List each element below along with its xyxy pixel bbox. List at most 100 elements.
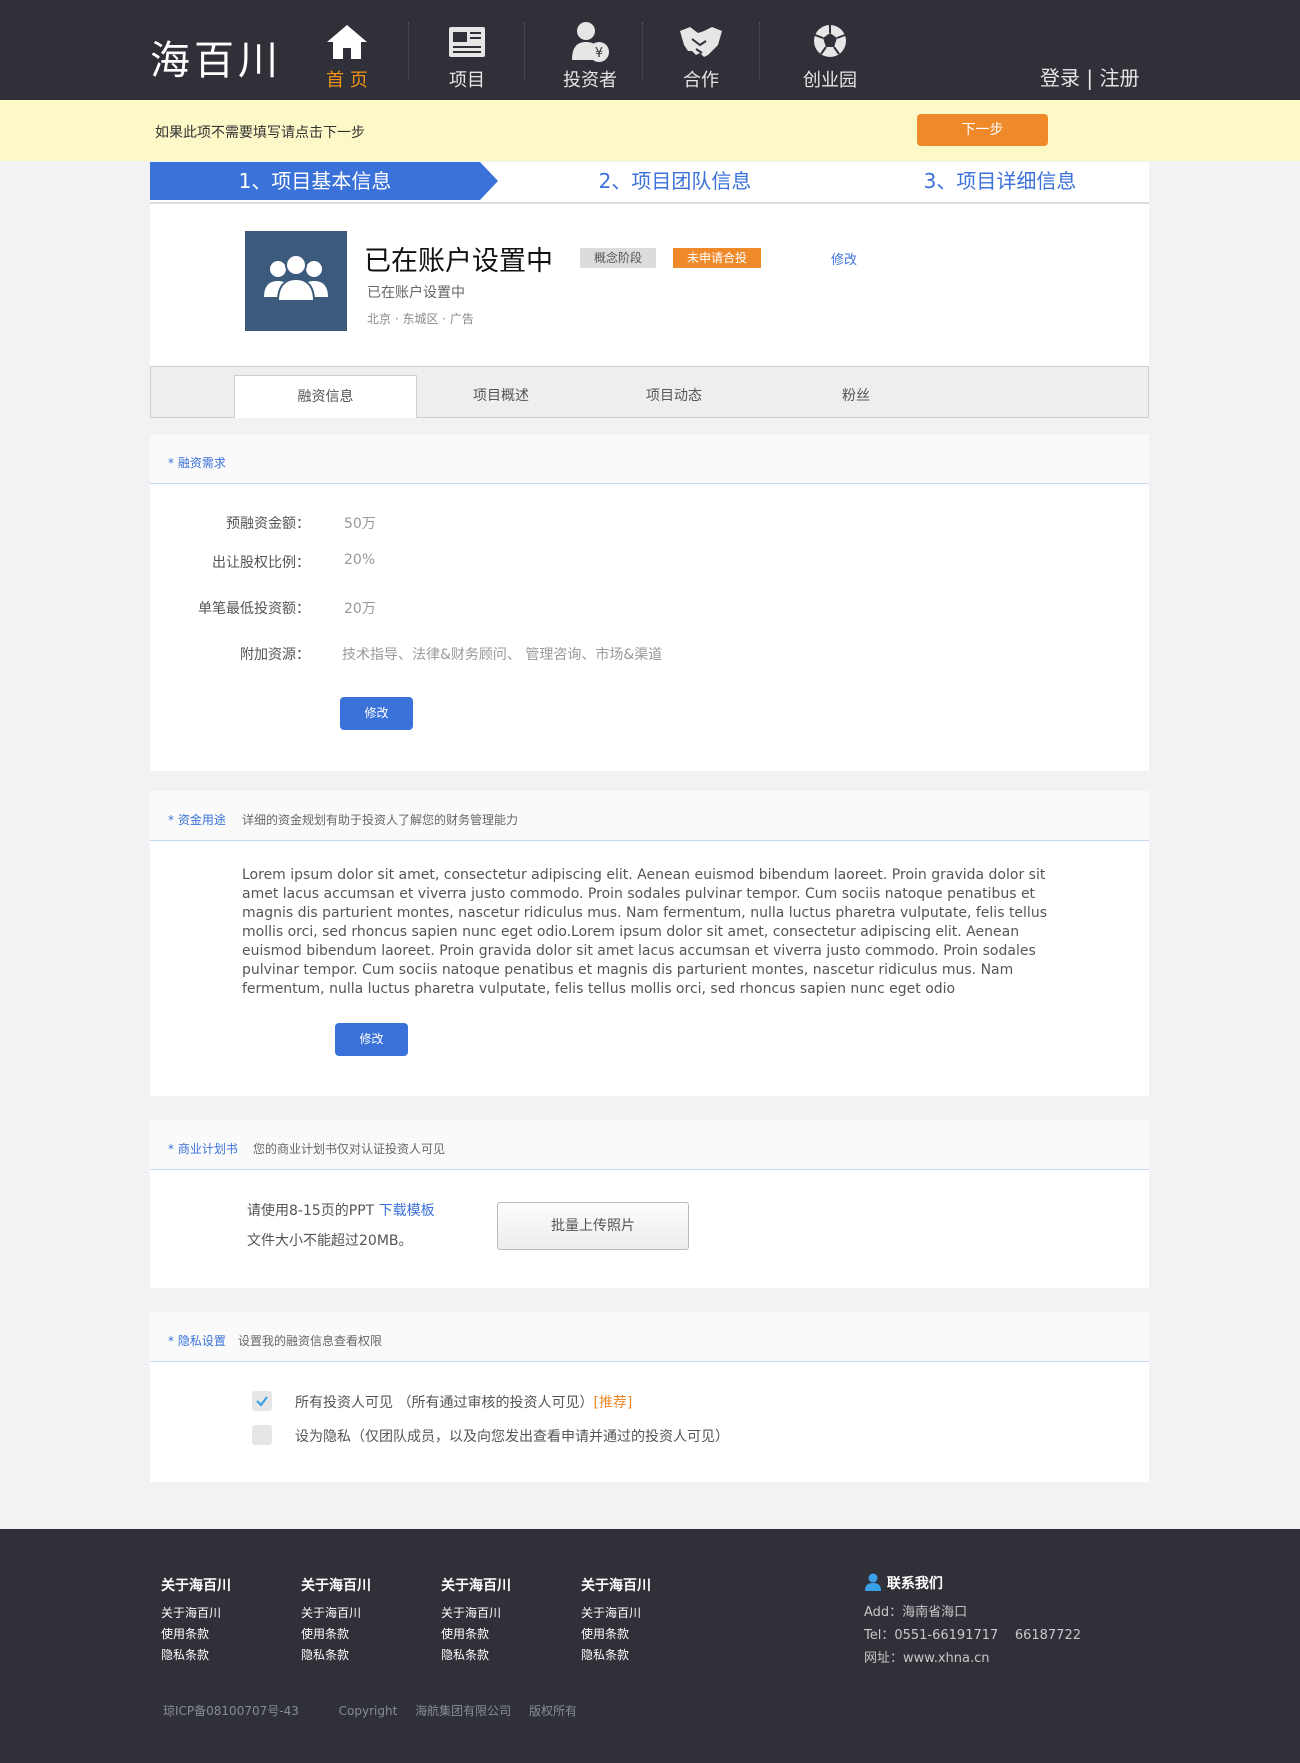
copyright-label: Copyright bbox=[338, 1704, 398, 1718]
nav-projects-label: 项目 bbox=[449, 70, 485, 91]
nav-divider bbox=[408, 22, 409, 80]
nav-projects[interactable]: 项目 bbox=[412, 0, 522, 100]
footer-link-privacy[interactable]: 隐私条款 bbox=[581, 1645, 651, 1666]
privacy-section: * 隐私设置 设置我的融资信息查看权限 所有投资人可见 （所有通过审核的投资人可… bbox=[150, 1312, 1149, 1482]
section-header: * 融资需求 bbox=[150, 434, 1149, 484]
section-description: 设置我的融资信息查看权限 bbox=[238, 1334, 383, 1348]
next-step-button[interactable]: 下一步 bbox=[917, 114, 1048, 146]
contact-tel: Tel：0551-66191717 66187722 bbox=[864, 1628, 1081, 1643]
extra-resources-value: 技术指导、法律&财务顾问、 管理咨询、市场&渠道 bbox=[342, 647, 663, 663]
register-link[interactable]: 注册 bbox=[1099, 66, 1139, 90]
section-title: * 融资需求 bbox=[168, 456, 226, 470]
contact-website: 网址：www.xhna.cn bbox=[864, 1651, 990, 1666]
batch-upload-button[interactable]: 批量上传照片 bbox=[497, 1202, 689, 1250]
nav-home-label: 首 页 bbox=[326, 70, 368, 91]
footer-link-terms[interactable]: 使用条款 bbox=[441, 1624, 511, 1645]
footer-column-title: 关于海百川 bbox=[301, 1578, 371, 1594]
footer-link-privacy[interactable]: 隐私条款 bbox=[301, 1645, 371, 1666]
project-subtitle: 已在账户设置中 bbox=[367, 285, 465, 301]
step-3-detail-info[interactable]: 3、项目详细信息 bbox=[850, 162, 1150, 200]
step-progress: 1、项目基本信息 2、项目团队信息 3、项目详细信息 bbox=[150, 162, 1149, 204]
public-checkbox[interactable] bbox=[252, 1391, 272, 1411]
file-size-hint: 文件大小不能超过20MB。 bbox=[247, 1233, 413, 1249]
auth-separator: | bbox=[1086, 66, 1094, 90]
company-name: 海航集团有限公司 bbox=[415, 1704, 512, 1718]
section-description: 您的商业计划书仅对认证投资人可见 bbox=[253, 1142, 446, 1156]
top-header: 海百川 首 页 项目 ¥ 投资者 合作 创业园 登录 | 注册 bbox=[0, 0, 1300, 100]
public-option-label: 所有投资人可见 （所有通过审核的投资人可见） bbox=[295, 1395, 594, 1411]
footer-column: 关于海百川 关于海百川 使用条款 隐私条款 bbox=[581, 1575, 651, 1666]
nav-home[interactable]: 首 页 bbox=[292, 0, 402, 100]
footer-link-privacy[interactable]: 隐私条款 bbox=[441, 1645, 511, 1666]
checkmark-icon bbox=[256, 1396, 268, 1407]
copyright-bar: 琼ICP备08100707号-43 Copyright 海航集团有限公司 版权所… bbox=[163, 1702, 577, 1719]
nav-incubator-label: 创业园 bbox=[803, 70, 857, 91]
edit-profile-link[interactable]: 修改 bbox=[831, 249, 857, 268]
footer-link-about[interactable]: 关于海百川 bbox=[161, 1603, 231, 1624]
equity-ratio-label: 出让股权比例： bbox=[212, 555, 310, 571]
investor-icon: ¥ bbox=[535, 20, 645, 64]
footer-column: 关于海百川 关于海百川 使用条款 隐私条款 bbox=[301, 1575, 371, 1666]
private-checkbox[interactable] bbox=[252, 1425, 272, 1445]
co-invest-badge: 未申请合投 bbox=[673, 248, 762, 268]
funding-amount-value: 50万 bbox=[344, 516, 376, 532]
section-title: * 商业计划书 bbox=[168, 1142, 238, 1156]
footer-link-terms[interactable]: 使用条款 bbox=[161, 1624, 231, 1645]
fund-usage-text: Lorem ipsum dolor sit amet, consectetur … bbox=[242, 867, 1047, 997]
project-tabs: 融资信息 项目概述 项目动态 粉丝 bbox=[150, 366, 1149, 418]
nav-cooperation[interactable]: 合作 bbox=[646, 0, 756, 100]
icp-number: 琼ICP备08100707号-43 bbox=[163, 1704, 299, 1718]
tab-overview[interactable]: 项目概述 bbox=[416, 375, 586, 417]
upload-hint-text: 请使用8-15页的PPT bbox=[247, 1203, 379, 1219]
handshake-icon bbox=[646, 20, 756, 64]
recommended-tag: [推荐] bbox=[593, 1395, 633, 1411]
contact-info: 联系我们 Add：海南省海口 Tel：0551-66191717 6618772… bbox=[864, 1573, 1081, 1670]
site-footer: 关于海百川 关于海百川 使用条款 隐私条款 关于海百川 关于海百川 使用条款 隐… bbox=[0, 1529, 1300, 1763]
home-icon bbox=[292, 20, 402, 64]
section-title: * 资金用途 bbox=[168, 813, 226, 827]
step-1-basic-info[interactable]: 1、项目基本信息 bbox=[150, 162, 480, 200]
funding-amount-label: 预融资金额： bbox=[226, 516, 310, 532]
download-template-link[interactable]: 下载模板 bbox=[379, 1203, 435, 1219]
auth-links: 登录 | 注册 bbox=[1040, 62, 1139, 91]
nav-divider bbox=[524, 22, 525, 80]
footer-column-title: 关于海百川 bbox=[161, 1578, 231, 1594]
private-option-label[interactable]: 设为隐私（仅团队成员，以及向您发出查看申请并通过的投资人可见） bbox=[295, 1426, 729, 1446]
step-2-team-info[interactable]: 2、项目团队信息 bbox=[525, 162, 825, 200]
footer-link-about[interactable]: 关于海百川 bbox=[441, 1603, 511, 1624]
business-plan-section: * 商业计划书 您的商业计划书仅对认证投资人可见 请使用8-15页的PPT 下载… bbox=[150, 1120, 1149, 1288]
nav-incubator[interactable]: 创业园 bbox=[775, 0, 885, 100]
notice-bar: 如果此项不需要填写请点击下一步 下一步 bbox=[0, 100, 1300, 161]
upload-hint: 请使用8-15页的PPT 下载模板 bbox=[247, 1200, 435, 1220]
site-logo[interactable]: 海百川 bbox=[150, 28, 282, 86]
edit-funding-button[interactable]: 修改 bbox=[340, 697, 413, 730]
footer-link-privacy[interactable]: 隐私条款 bbox=[161, 1645, 231, 1666]
nav-cooperation-label: 合作 bbox=[683, 70, 719, 91]
step-arrow bbox=[480, 162, 498, 200]
tab-fans[interactable]: 粉丝 bbox=[771, 375, 941, 417]
svg-text:¥: ¥ bbox=[595, 46, 603, 61]
extra-resources-label: 附加资源： bbox=[240, 647, 310, 663]
footer-link-about[interactable]: 关于海百川 bbox=[301, 1603, 371, 1624]
min-investment-value: 20万 bbox=[344, 601, 376, 617]
footer-column: 关于海百川 关于海百川 使用条款 隐私条款 bbox=[161, 1575, 231, 1666]
login-link[interactable]: 登录 bbox=[1040, 66, 1080, 90]
project-profile-card: 已在账户设置中 概念阶段 未申请合投 修改 已在账户设置中 北京 · 东城区 ·… bbox=[150, 204, 1149, 366]
nav-investors[interactable]: ¥ 投资者 bbox=[535, 0, 645, 100]
edit-usage-button[interactable]: 修改 bbox=[335, 1023, 408, 1056]
tab-updates[interactable]: 项目动态 bbox=[589, 375, 759, 417]
public-option[interactable]: 所有投资人可见 （所有通过审核的投资人可见）[推荐] bbox=[295, 1392, 632, 1412]
footer-column-title: 关于海百川 bbox=[441, 1578, 511, 1594]
ball-icon bbox=[775, 20, 885, 64]
section-header: * 商业计划书 您的商业计划书仅对认证投资人可见 bbox=[150, 1120, 1149, 1170]
newspaper-icon bbox=[412, 20, 522, 64]
person-icon bbox=[865, 1573, 881, 1591]
footer-link-terms[interactable]: 使用条款 bbox=[301, 1624, 371, 1645]
footer-link-terms[interactable]: 使用条款 bbox=[581, 1624, 651, 1645]
tab-financing[interactable]: 融资信息 bbox=[234, 375, 417, 418]
nav-divider bbox=[642, 22, 643, 80]
nav-divider bbox=[759, 22, 760, 80]
stage-badge: 概念阶段 bbox=[580, 248, 657, 268]
project-name: 已在账户设置中 bbox=[364, 246, 553, 277]
footer-link-about[interactable]: 关于海百川 bbox=[581, 1603, 651, 1624]
